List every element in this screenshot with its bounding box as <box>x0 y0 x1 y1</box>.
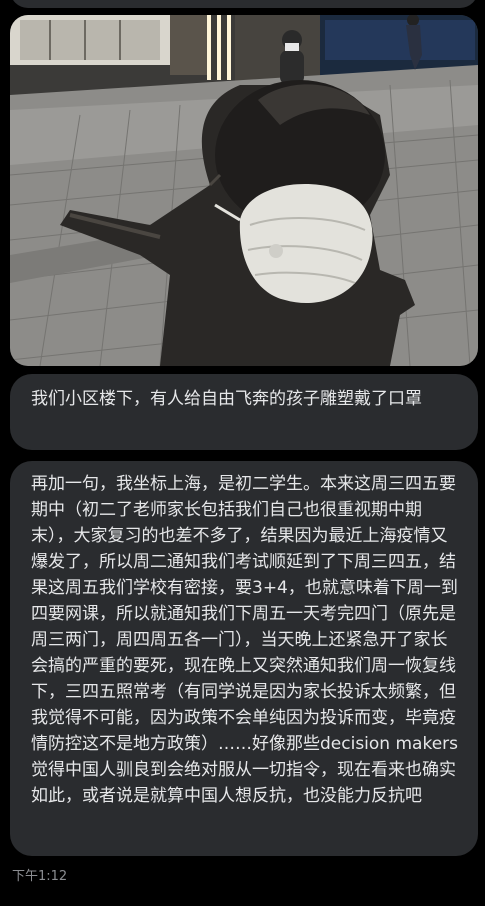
message-text: 再加一句，我坐标上海，是初二学生。本来这周三四五要期中（初二了老师家长包括我们自… <box>31 474 458 806</box>
message-bubble-text[interactable]: 再加一句，我坐标上海，是初二学生。本来这周三四五要期中（初二了老师家长包括我们自… <box>10 461 478 856</box>
message-bubble-text[interactable]: 我们小区楼下，有人给自由飞奔的孩子雕塑戴了口罩 <box>10 374 478 450</box>
message-text: 我们小区楼下，有人给自由飞奔的孩子雕塑戴了口罩 <box>31 389 422 409</box>
message-timestamp: 下午1:12 <box>12 869 68 884</box>
message-photo[interactable] <box>10 15 478 366</box>
previous-message-bubble[interactable] <box>10 0 478 8</box>
statue-photo <box>10 15 478 366</box>
